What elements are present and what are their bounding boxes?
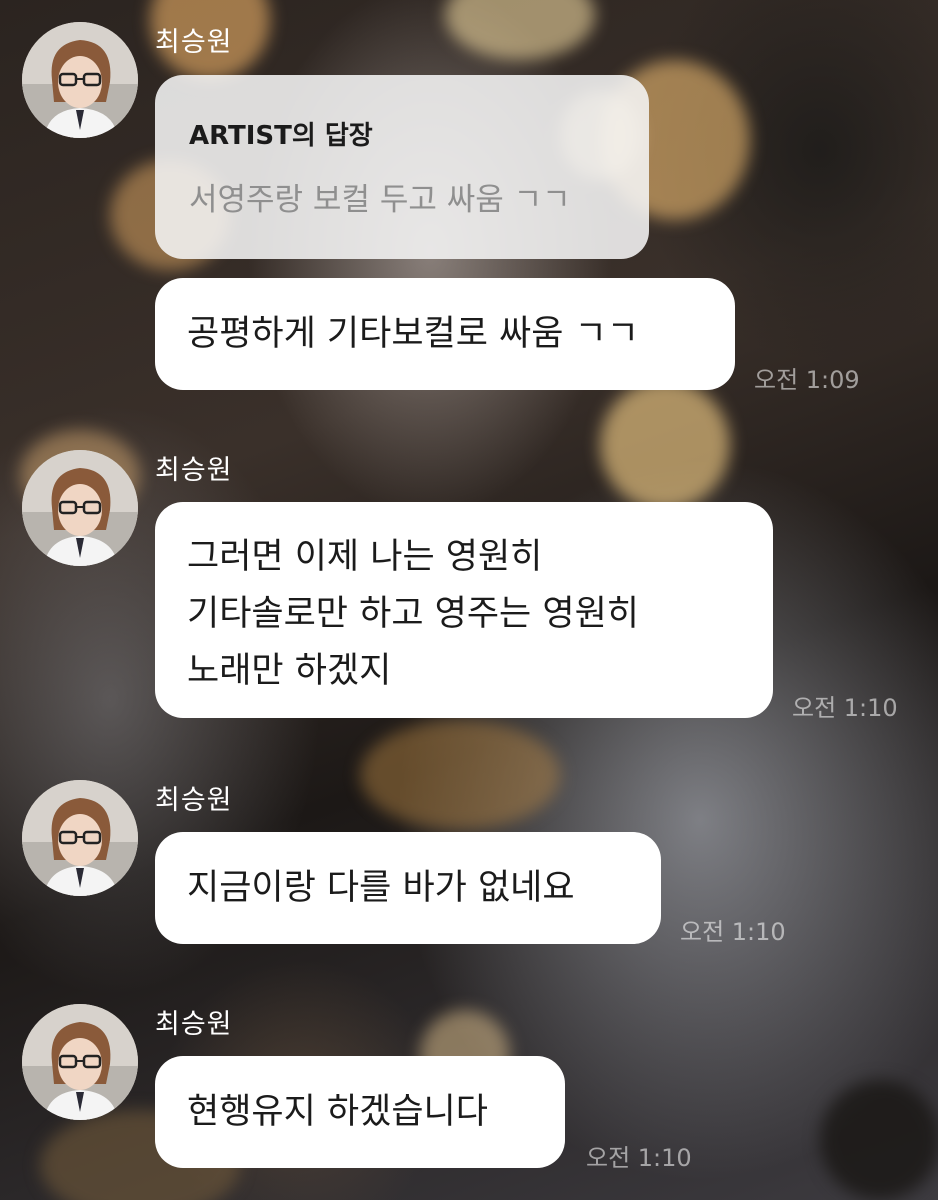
profile-photo-icon [22, 22, 138, 138]
message-text-line: 그러면 이제 나는 영원히 [187, 537, 543, 577]
profile-photo-icon [22, 780, 138, 896]
message-text: 지금이랑 다를 바가 없네요 [187, 868, 575, 908]
message-text-line: 노래만 하겠지 [187, 651, 392, 691]
avatar[interactable] [22, 1004, 138, 1120]
message-time: 오전 1:10 [792, 694, 898, 722]
bokeh-light [820, 1080, 938, 1200]
reply-quote-bubble[interactable]: ARTIST의 답장 서영주랑 보컬 두고 싸움 ㄱㄱ [155, 75, 649, 259]
avatar[interactable] [22, 22, 138, 138]
sender-name: 최승원 [155, 455, 233, 486]
bokeh-light [445, 0, 595, 60]
message-time: 오전 1:10 [680, 918, 786, 946]
bokeh-light [600, 380, 730, 510]
sender-name: 최승원 [155, 1009, 233, 1040]
message-bubble[interactable]: 공평하게 기타보컬로 싸움 ㄱㄱ [155, 278, 735, 390]
bokeh-light [360, 720, 560, 830]
message-bubble[interactable]: 지금이랑 다를 바가 없네요 [155, 832, 661, 944]
reply-quote-text: 서영주랑 보컬 두고 싸움 ㄱㄱ [189, 182, 571, 218]
profile-photo-icon [22, 450, 138, 566]
message-bubble[interactable]: 그러면 이제 나는 영원히 기타솔로만 하고 영주는 영원히 노래만 하겠지 [155, 502, 773, 718]
message-bubble[interactable]: 현행유지 하겠습니다 [155, 1056, 565, 1168]
message-text-line: 기타솔로만 하고 영주는 영원히 [187, 594, 639, 634]
message-text: 공평하게 기타보컬로 싸움 ㄱㄱ [187, 314, 639, 354]
sender-name: 최승원 [155, 27, 233, 58]
avatar[interactable] [22, 780, 138, 896]
message-text: 현행유지 하겠습니다 [187, 1092, 488, 1132]
profile-photo-icon [22, 1004, 138, 1120]
message-time: 오전 1:09 [754, 366, 860, 394]
message-time: 오전 1:10 [586, 1144, 692, 1172]
reply-quote-title: ARTIST의 답장 [189, 121, 373, 151]
sender-name: 최승원 [155, 785, 233, 816]
avatar[interactable] [22, 450, 138, 566]
